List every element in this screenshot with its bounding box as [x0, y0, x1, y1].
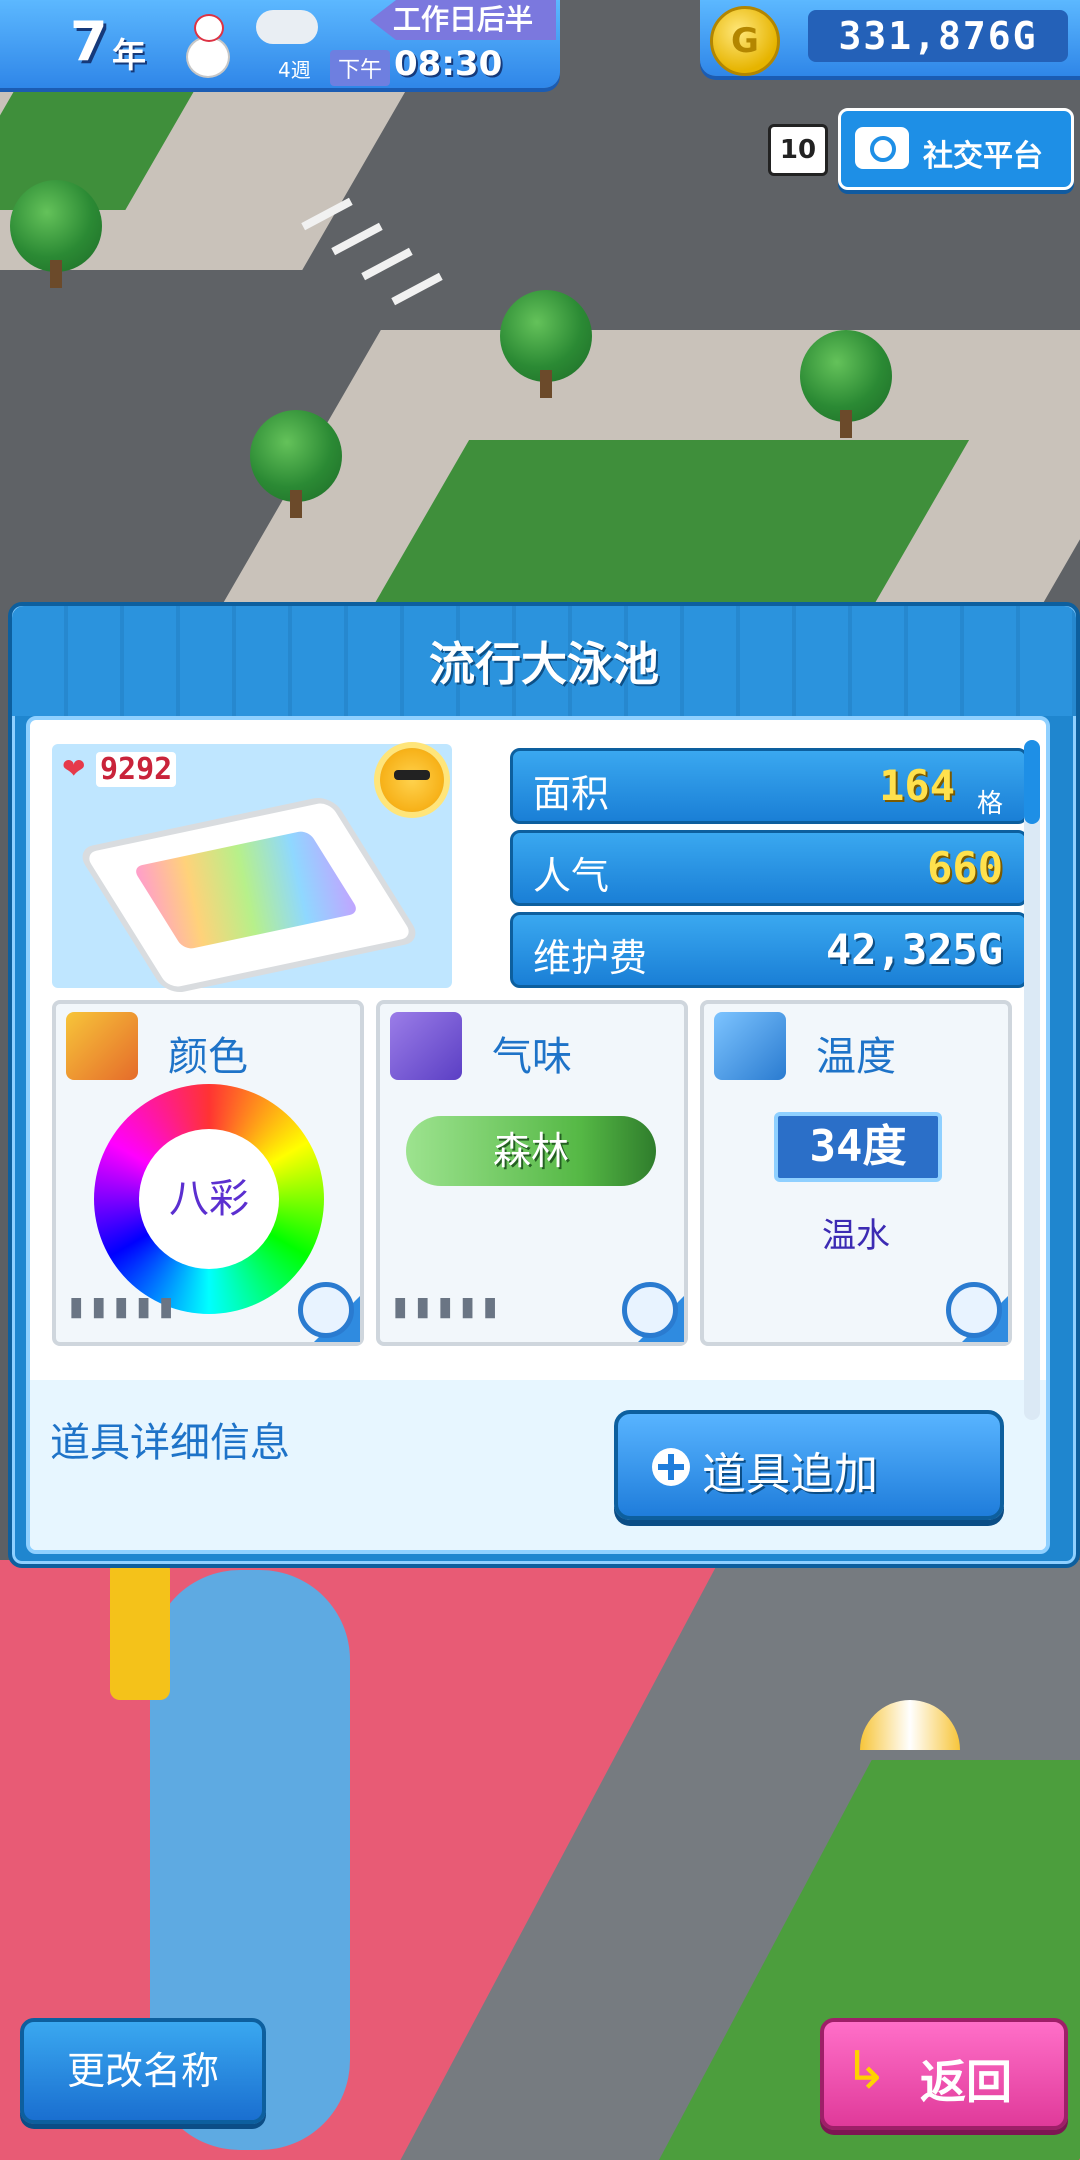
magnifier-icon[interactable]	[946, 1282, 1002, 1338]
social-platform-button[interactable]: 社交平台	[838, 108, 1074, 190]
facility-title: 流行大泳池	[429, 637, 659, 691]
facility-info-panel: 流行大泳池 ❤ 9292 面积 164 格 人气 660 维护费 42,325G…	[8, 602, 1080, 1568]
cloud-weather-icon	[256, 10, 318, 44]
scrollbar-thumb[interactable]	[1024, 740, 1040, 824]
temperature-card-title: 温度	[816, 1034, 896, 1080]
area-stat: 面积 164 格	[510, 748, 1028, 824]
tree	[800, 330, 892, 438]
popularity-label: 人气	[533, 854, 610, 898]
tree	[10, 180, 102, 288]
scent-value: 森林	[406, 1116, 656, 1186]
color-level-pips: ▮▮▮▮▮	[66, 1286, 179, 1326]
add-item-button[interactable]: 道具追加	[614, 1410, 1004, 1520]
heart-icon: ❤	[62, 752, 86, 785]
popularity-value: 660	[927, 843, 1003, 892]
gold-coin-icon: G	[710, 6, 780, 76]
area-label: 面积	[533, 772, 610, 816]
area-unit: 格	[976, 789, 1003, 819]
back-label: 返回	[920, 2055, 1012, 2109]
back-button[interactable]: ↳ 返回	[820, 2018, 1068, 2130]
scent-card-title: 气味	[492, 1034, 572, 1080]
camera-icon	[855, 127, 909, 169]
clock-time: 08:30	[394, 44, 503, 84]
temperature-description: 温水	[822, 1216, 890, 1256]
maintenance-value: 42,325G	[825, 925, 1003, 974]
color-value: 八彩	[139, 1129, 279, 1269]
sun-sunglasses-icon	[380, 748, 444, 812]
temperature-value: 34度	[774, 1112, 942, 1182]
slide-tower	[110, 1560, 170, 1700]
social-platform-label: 社交平台	[923, 139, 1043, 174]
color-card-title: 颜色	[168, 1034, 248, 1080]
facility-preview: ❤ 9292	[52, 744, 452, 996]
scent-icon	[390, 1012, 462, 1080]
color-card[interactable]: 颜色 八彩 ▮▮▮▮▮	[52, 1000, 364, 1346]
tree	[500, 290, 592, 398]
year-unit: 年	[112, 36, 146, 76]
maintenance-stat: 维护费 42,325G	[510, 912, 1028, 988]
grass-patch	[370, 440, 970, 610]
rename-button[interactable]: 更改名称	[20, 2018, 266, 2124]
area-value: 164	[879, 761, 955, 810]
return-arrow-icon: ↳	[844, 2041, 888, 2101]
maintenance-label: 维护费	[533, 936, 648, 980]
scent-card[interactable]: 气味 森林 ▮▮▮▮▮	[376, 1000, 688, 1346]
notification-count-badge: 10	[768, 124, 828, 176]
panel-body: ❤ 9292 面积 164 格 人气 660 维护费 42,325G 颜色 八彩	[26, 716, 1050, 1554]
day-phase-badge: 工作日后半	[370, 0, 556, 40]
date-time-hud: 7 年 4週 下午 08:30 工作日后半	[0, 0, 560, 88]
plus-icon	[652, 1448, 690, 1486]
snowman-icon	[178, 14, 234, 78]
likes-count: 9292	[96, 752, 177, 787]
popularity-stat: 人气 660	[510, 830, 1028, 906]
rainbow-pool-image	[75, 794, 423, 996]
items-detail-label: 道具详细信息	[50, 1420, 290, 1466]
add-item-label: 道具追加	[702, 1449, 878, 1500]
panel-scrollbar[interactable]	[1024, 740, 1040, 1420]
scent-level-pips: ▮▮▮▮▮	[390, 1286, 503, 1326]
money-hud: G 331,876G	[700, 0, 1080, 76]
magnifier-icon[interactable]	[622, 1282, 678, 1338]
temperature-card[interactable]: 温度 34度 温水	[700, 1000, 1012, 1346]
color-wheel: 八彩	[94, 1084, 324, 1314]
palette-icon	[66, 1012, 138, 1080]
magnifier-icon[interactable]	[298, 1282, 354, 1338]
panel-header: 流行大泳池	[12, 606, 1076, 716]
period-label: 下午	[330, 50, 391, 86]
week-label: 4週	[278, 58, 311, 82]
thermometer-icon	[714, 1012, 786, 1080]
gold-amount: 331,876G	[808, 10, 1068, 62]
year-number: 7	[70, 10, 108, 73]
tree	[250, 410, 342, 518]
